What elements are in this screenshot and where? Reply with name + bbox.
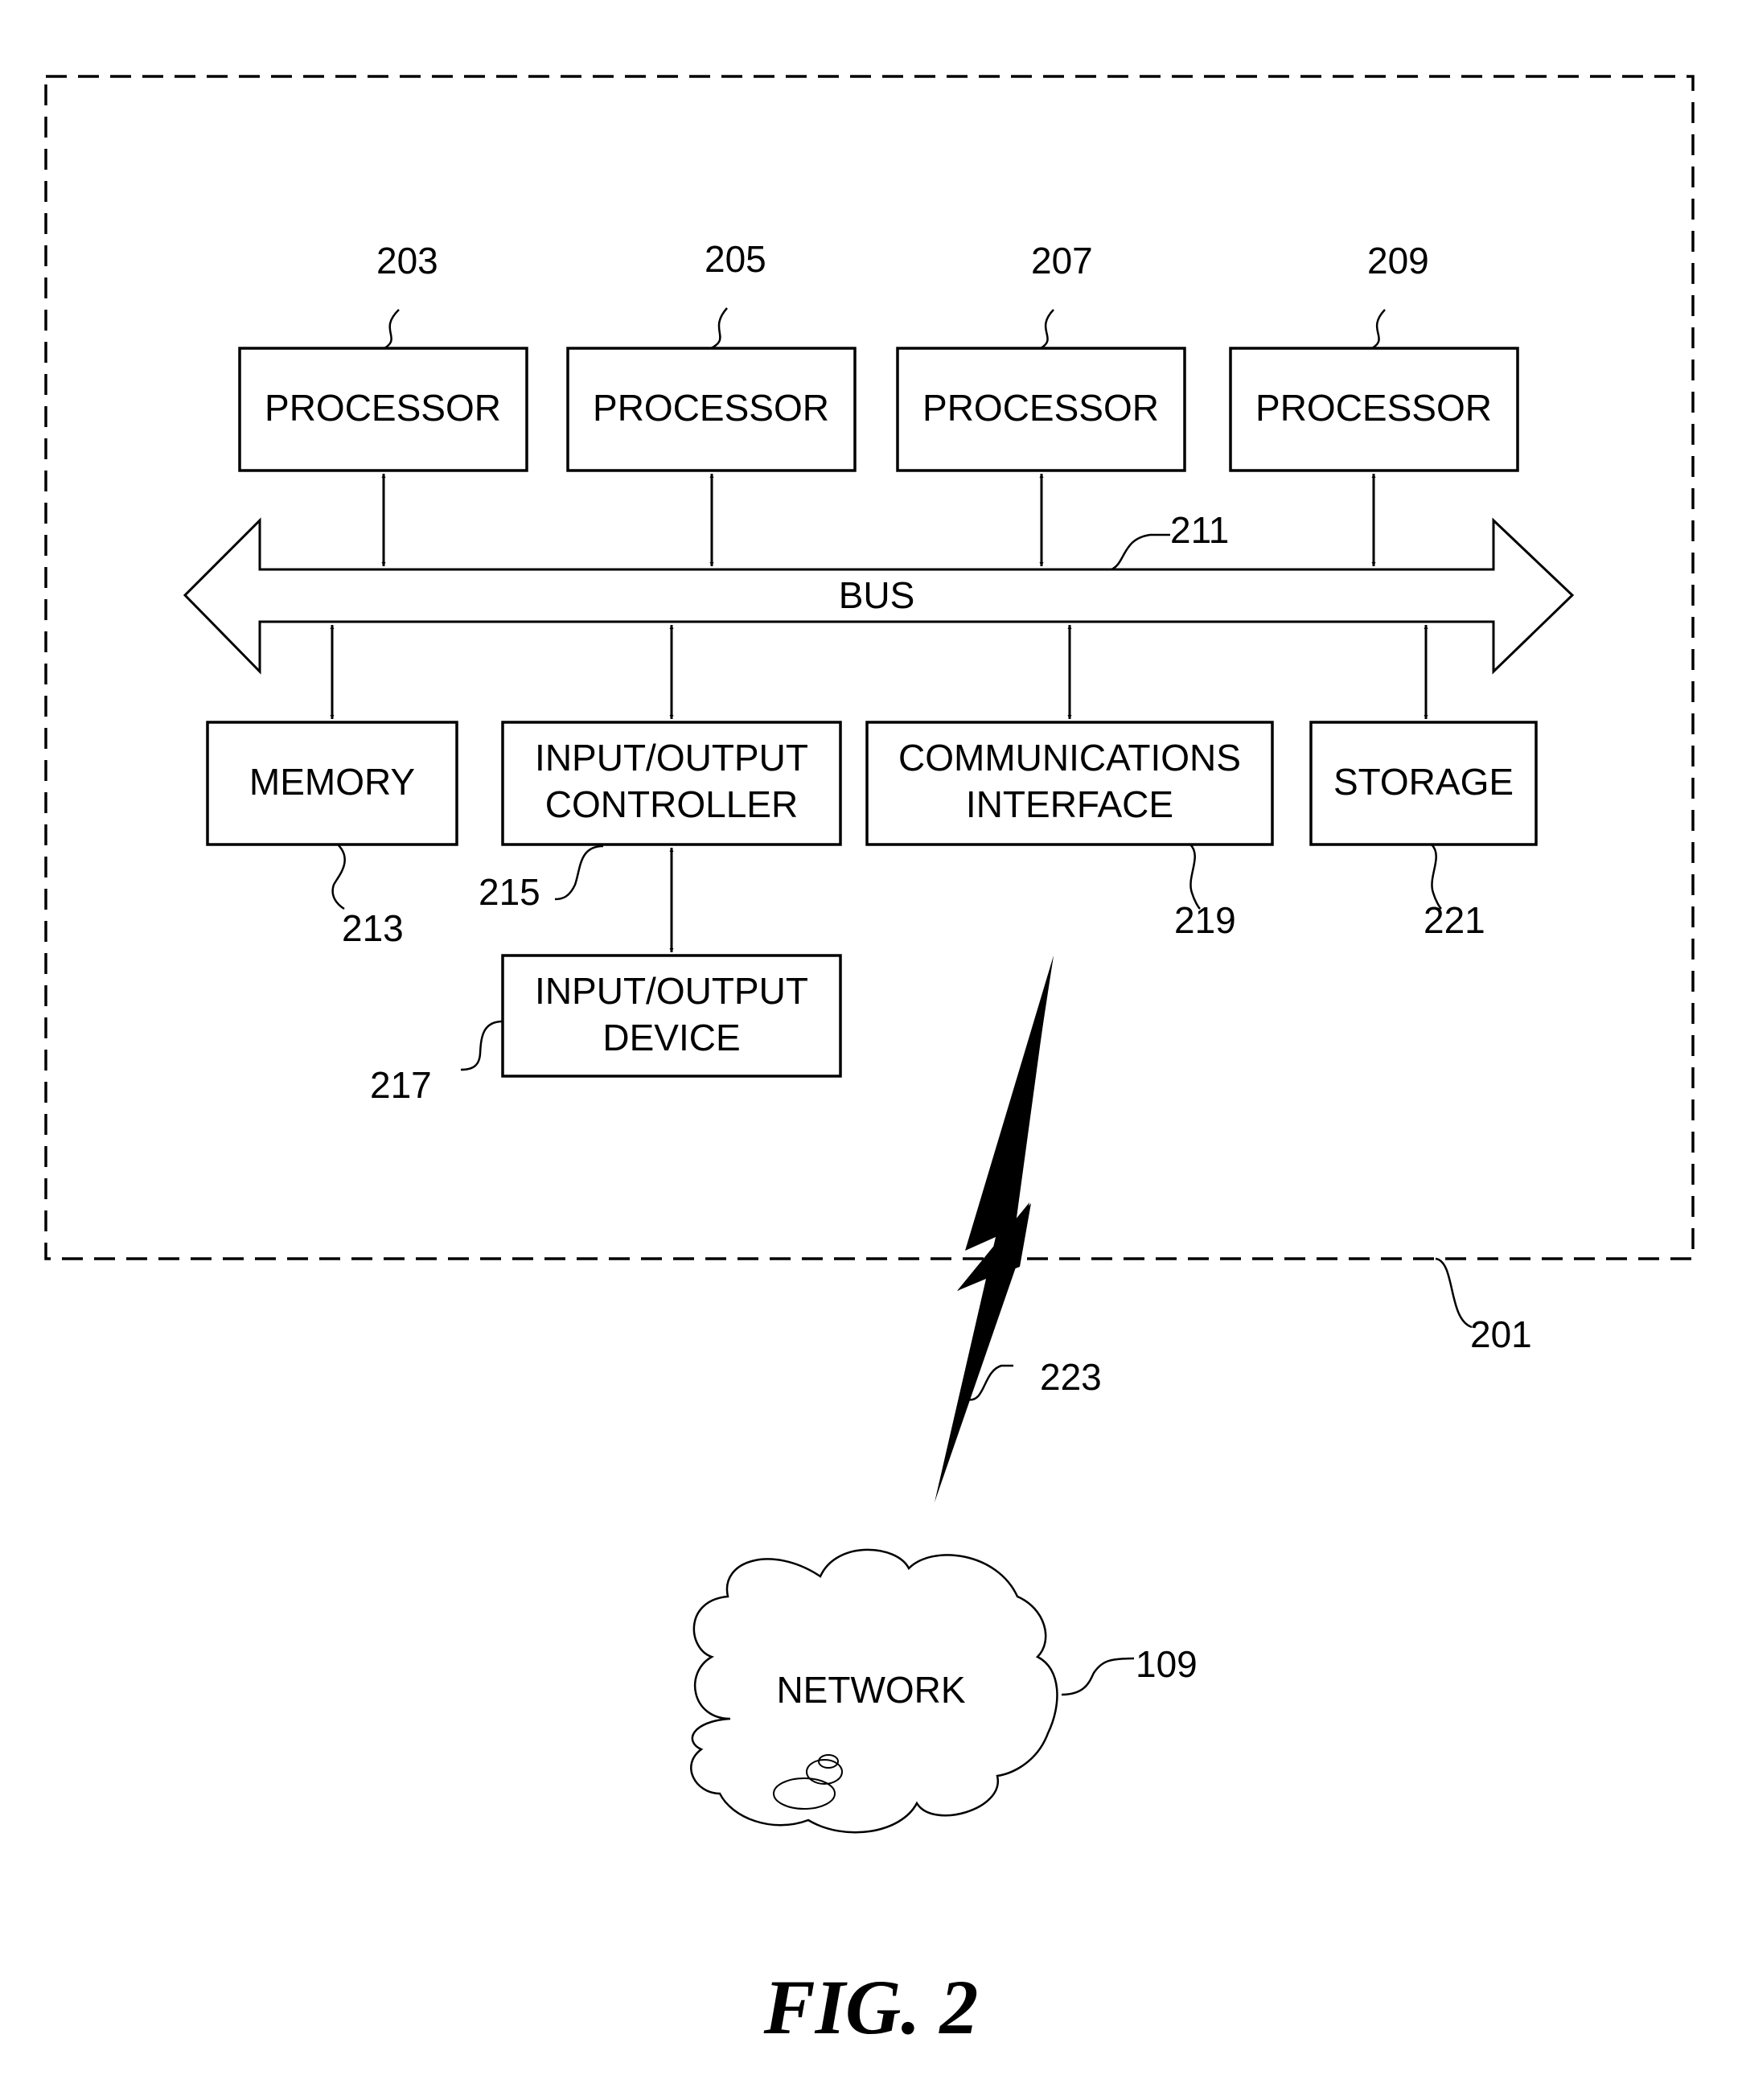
ref-109: 109 (1136, 1643, 1198, 1685)
ref-221: 221 (1424, 899, 1485, 941)
ref-213: 213 (342, 907, 404, 949)
leader-215 (554, 845, 604, 901)
ref-223: 223 (1040, 1356, 1102, 1398)
svg-text:CONTROLLER: CONTROLLER (545, 783, 798, 825)
bus: BUS (183, 517, 1575, 675)
leader-211 (1111, 533, 1170, 571)
svg-text:PROCESSOR: PROCESSOR (593, 387, 829, 429)
svg-text:MEMORY: MEMORY (249, 761, 415, 803)
svg-text:NETWORK: NETWORK (776, 1669, 965, 1711)
system-block-diagram: 201 PROCESSOR 203 PROCESSOR 205 PROCESSO… (44, 75, 1695, 2050)
communications-interface-219: COMMUNICATIONS INTERFACE (865, 721, 1274, 846)
ref-201: 201 (1470, 1313, 1532, 1355)
leader-205 (710, 307, 728, 350)
svg-text:DEVICE: DEVICE (602, 1017, 740, 1058)
ref-215: 215 (479, 871, 540, 913)
ref-209: 209 (1367, 240, 1429, 282)
svg-text:PROCESSOR: PROCESSOR (1255, 387, 1492, 429)
leader-207 (1040, 309, 1054, 350)
svg-text:INPUT/OUTPUT: INPUT/OUTPUT (535, 737, 808, 779)
svg-text:COMMUNICATIONS: COMMUNICATIONS (898, 737, 1241, 779)
ref-219: 219 (1174, 899, 1236, 941)
leader-209 (1371, 309, 1386, 350)
processor-207: PROCESSOR (896, 347, 1186, 472)
svg-text:BUS: BUS (839, 574, 915, 616)
ref-205: 205 (705, 238, 766, 280)
network-cloud-109: NETWORK (690, 1548, 1058, 1834)
ref-207: 207 (1031, 240, 1093, 282)
svg-text:STORAGE: STORAGE (1333, 761, 1514, 803)
system-boundary (44, 75, 1695, 1260)
ref-203: 203 (376, 240, 438, 282)
processor-209: PROCESSOR (1229, 347, 1519, 472)
svg-text:INPUT/OUTPUT: INPUT/OUTPUT (535, 970, 808, 1012)
ref-217: 217 (370, 1064, 432, 1106)
leader-203 (384, 309, 400, 350)
io-controller-215: INPUT/OUTPUT CONTROLLER (501, 721, 842, 846)
memory-213: MEMORY (206, 721, 458, 846)
wireless-link-bolt (935, 955, 1054, 1502)
storage-221: STORAGE (1309, 721, 1538, 846)
processor-205: PROCESSOR (566, 347, 857, 472)
svg-text:PROCESSOR: PROCESSOR (265, 387, 501, 429)
leader-217 (460, 1020, 503, 1071)
leader-201 (1435, 1257, 1473, 1329)
svg-text:PROCESSOR: PROCESSOR (922, 387, 1159, 429)
figure-caption: FIG. 2 (763, 1964, 979, 2050)
ref-211: 211 (1170, 509, 1229, 551)
svg-text:INTERFACE: INTERFACE (966, 783, 1173, 825)
io-device-217: INPUT/OUTPUT DEVICE (501, 954, 842, 1078)
leader-109 (1061, 1657, 1135, 1696)
processor-203: PROCESSOR (238, 347, 528, 472)
leader-213 (331, 844, 346, 910)
